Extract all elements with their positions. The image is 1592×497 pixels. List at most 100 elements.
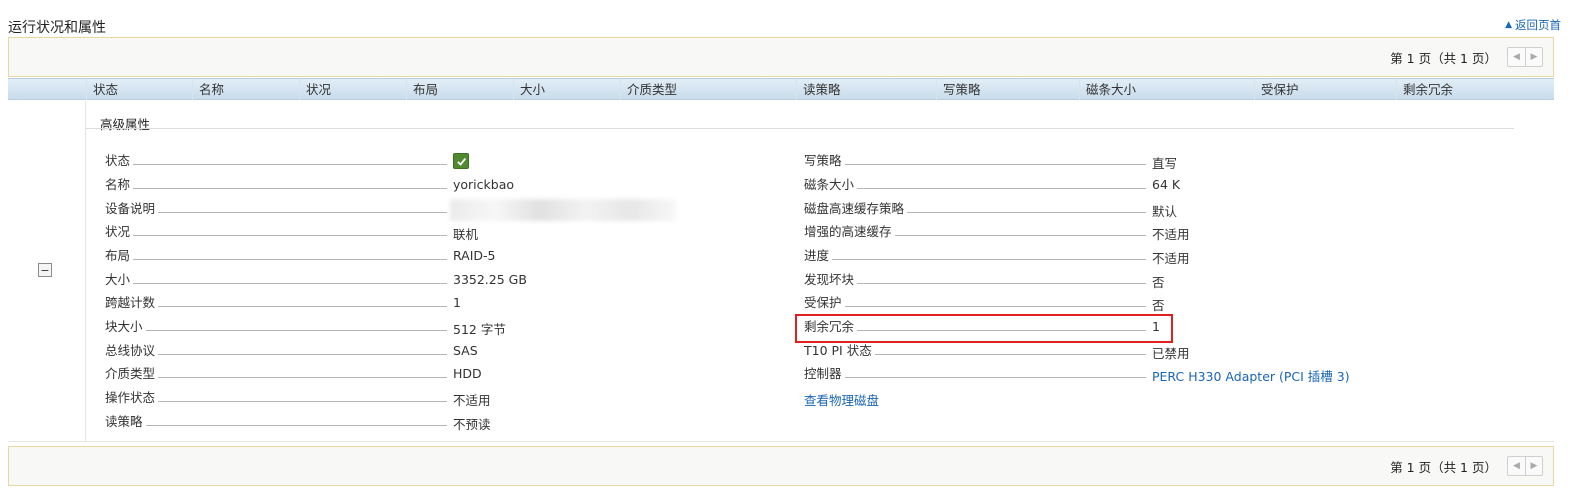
property-label: 介质类型 [105, 366, 156, 381]
view-physical-disks-link[interactable]: 查看物理磁盘 [804, 390, 879, 409]
collapse-button[interactable]: − [38, 263, 52, 277]
leader-line [894, 235, 1146, 236]
property-value: RAID-5 [453, 248, 496, 263]
redacted-value [450, 199, 676, 221]
property-row-read-policy: 读策略 [105, 414, 450, 430]
property-row-disk-cache-policy: 磁盘高速缓存策略 [804, 201, 1149, 217]
property-value: yorickbao [453, 177, 515, 192]
property-row-status: 状态 [105, 153, 450, 169]
column-header-condition[interactable]: 状况 [299, 79, 406, 100]
leader-line [857, 188, 1146, 189]
property-value: 不适用 [1152, 227, 1190, 242]
leader-line [844, 164, 1146, 165]
pager-bar-top: 第 1 页（共 1 页） ◀ ▶ [8, 37, 1554, 77]
property-row-size: 大小 [105, 272, 450, 288]
leader-line [874, 354, 1146, 355]
leader-line [145, 425, 447, 426]
property-value: 已禁用 [1152, 346, 1190, 361]
column-header-layout[interactable]: 布局 [406, 79, 513, 100]
property-row-operation-status: 操作状态 [105, 390, 450, 406]
property-row-bad-blocks: 发现坏块 [804, 272, 1149, 288]
pager-bar-bottom: 第 1 页（共 1 页） ◀ ▶ [8, 446, 1554, 486]
check-icon [453, 153, 469, 169]
property-label: 跨越计数 [105, 295, 156, 310]
column-header-status[interactable]: 状态 [86, 79, 192, 100]
column-header-write-policy[interactable]: 写策略 [936, 79, 1079, 100]
property-label: 布局 [105, 248, 131, 263]
property-value: 不适用 [1152, 251, 1190, 266]
property-row-t10-pi-status: T10 PI 状态 [804, 343, 1149, 359]
property-label: 设备说明 [105, 201, 156, 216]
highlight-annotation [795, 314, 1173, 343]
property-row-condition: 状况 [105, 224, 450, 240]
leader-line [844, 306, 1146, 307]
property-value: 联机 [453, 227, 479, 242]
property-label: 增强的高速缓存 [804, 224, 892, 239]
leader-line [158, 306, 447, 307]
property-label: 读策略 [105, 414, 143, 429]
leader-line [133, 164, 447, 165]
prev-page-icon[interactable]: ◀ [1508, 457, 1525, 475]
leader-line [832, 259, 1146, 260]
property-row-write-policy: 写策略 [804, 153, 1149, 169]
property-row-stripe-size: 磁条大小 [804, 177, 1149, 193]
property-row-span-count: 跨越计数 [105, 295, 450, 311]
property-value: HDD [453, 366, 482, 381]
property-value: 3352.25 GB [453, 272, 527, 287]
expand-column: − [8, 101, 86, 442]
property-label: 状态 [105, 153, 131, 168]
property-row-media-type: 介质类型 [105, 366, 450, 382]
leader-line [158, 212, 447, 213]
column-header-read-policy[interactable]: 读策略 [796, 79, 936, 100]
property-value: 否 [1152, 298, 1165, 313]
section-divider [86, 128, 1514, 129]
property-label: 块大小 [105, 319, 143, 334]
property-value: SAS [453, 343, 478, 358]
property-value: 直写 [1152, 156, 1178, 171]
back-to-top-label: 返回页首 [1515, 18, 1561, 32]
leader-line [158, 401, 447, 402]
column-header-protected[interactable]: 受保护 [1254, 79, 1396, 100]
property-row-controller: 控制器 [804, 366, 1149, 382]
property-value: 默认 [1152, 204, 1178, 219]
property-label: 磁条大小 [804, 177, 855, 192]
prev-page-icon[interactable]: ◀ [1508, 48, 1525, 66]
property-value: 不预读 [453, 417, 491, 432]
leader-line [133, 283, 447, 284]
leader-line [907, 212, 1146, 213]
leader-line [145, 330, 447, 331]
property-row-block-size: 块大小 [105, 319, 450, 335]
column-header-media-type[interactable]: 介质类型 [620, 79, 796, 100]
property-row-progress: 进度 [804, 248, 1149, 264]
leader-line [133, 188, 447, 189]
property-label: 控制器 [804, 366, 842, 381]
property-row-device-description: 设备说明 [105, 201, 450, 217]
leader-line [844, 377, 1146, 378]
property-label: 总线协议 [105, 343, 156, 358]
next-page-icon[interactable]: ▶ [1525, 457, 1542, 475]
property-value: 64 K [1152, 177, 1181, 192]
property-label: 名称 [105, 177, 131, 192]
leader-line [158, 354, 447, 355]
controller-link[interactable]: PERC H330 Adapter (PCI 插槽 3) [1152, 366, 1350, 385]
leader-line [857, 283, 1146, 284]
pager-text: 第 1 页（共 1 页） [1390, 459, 1497, 475]
page-title: 运行状况和属性 [8, 20, 106, 36]
leader-line [133, 259, 447, 260]
section-title: 高级属性 [100, 117, 151, 132]
column-header-stripe-size[interactable]: 磁条大小 [1079, 79, 1254, 100]
column-header-size[interactable]: 大小 [513, 79, 620, 100]
next-page-icon[interactable]: ▶ [1525, 48, 1542, 66]
property-row-layout: 布局 [105, 248, 450, 264]
property-label: 进度 [804, 248, 830, 263]
property-row-bus-protocol: 总线协议 [105, 343, 450, 359]
property-row-protected: 受保护 [804, 295, 1149, 311]
property-value: 512 字节 [453, 322, 506, 337]
property-label: 操作状态 [105, 390, 156, 405]
property-value: 否 [1152, 275, 1165, 290]
column-header-name[interactable]: 名称 [192, 79, 299, 100]
column-header-remaining-redundancy[interactable]: 剩余冗余 [1396, 79, 1554, 100]
leader-line [158, 377, 447, 378]
property-label: 状况 [105, 224, 131, 239]
back-to-top-link[interactable]: ▲ 返回页首 [1505, 17, 1561, 33]
